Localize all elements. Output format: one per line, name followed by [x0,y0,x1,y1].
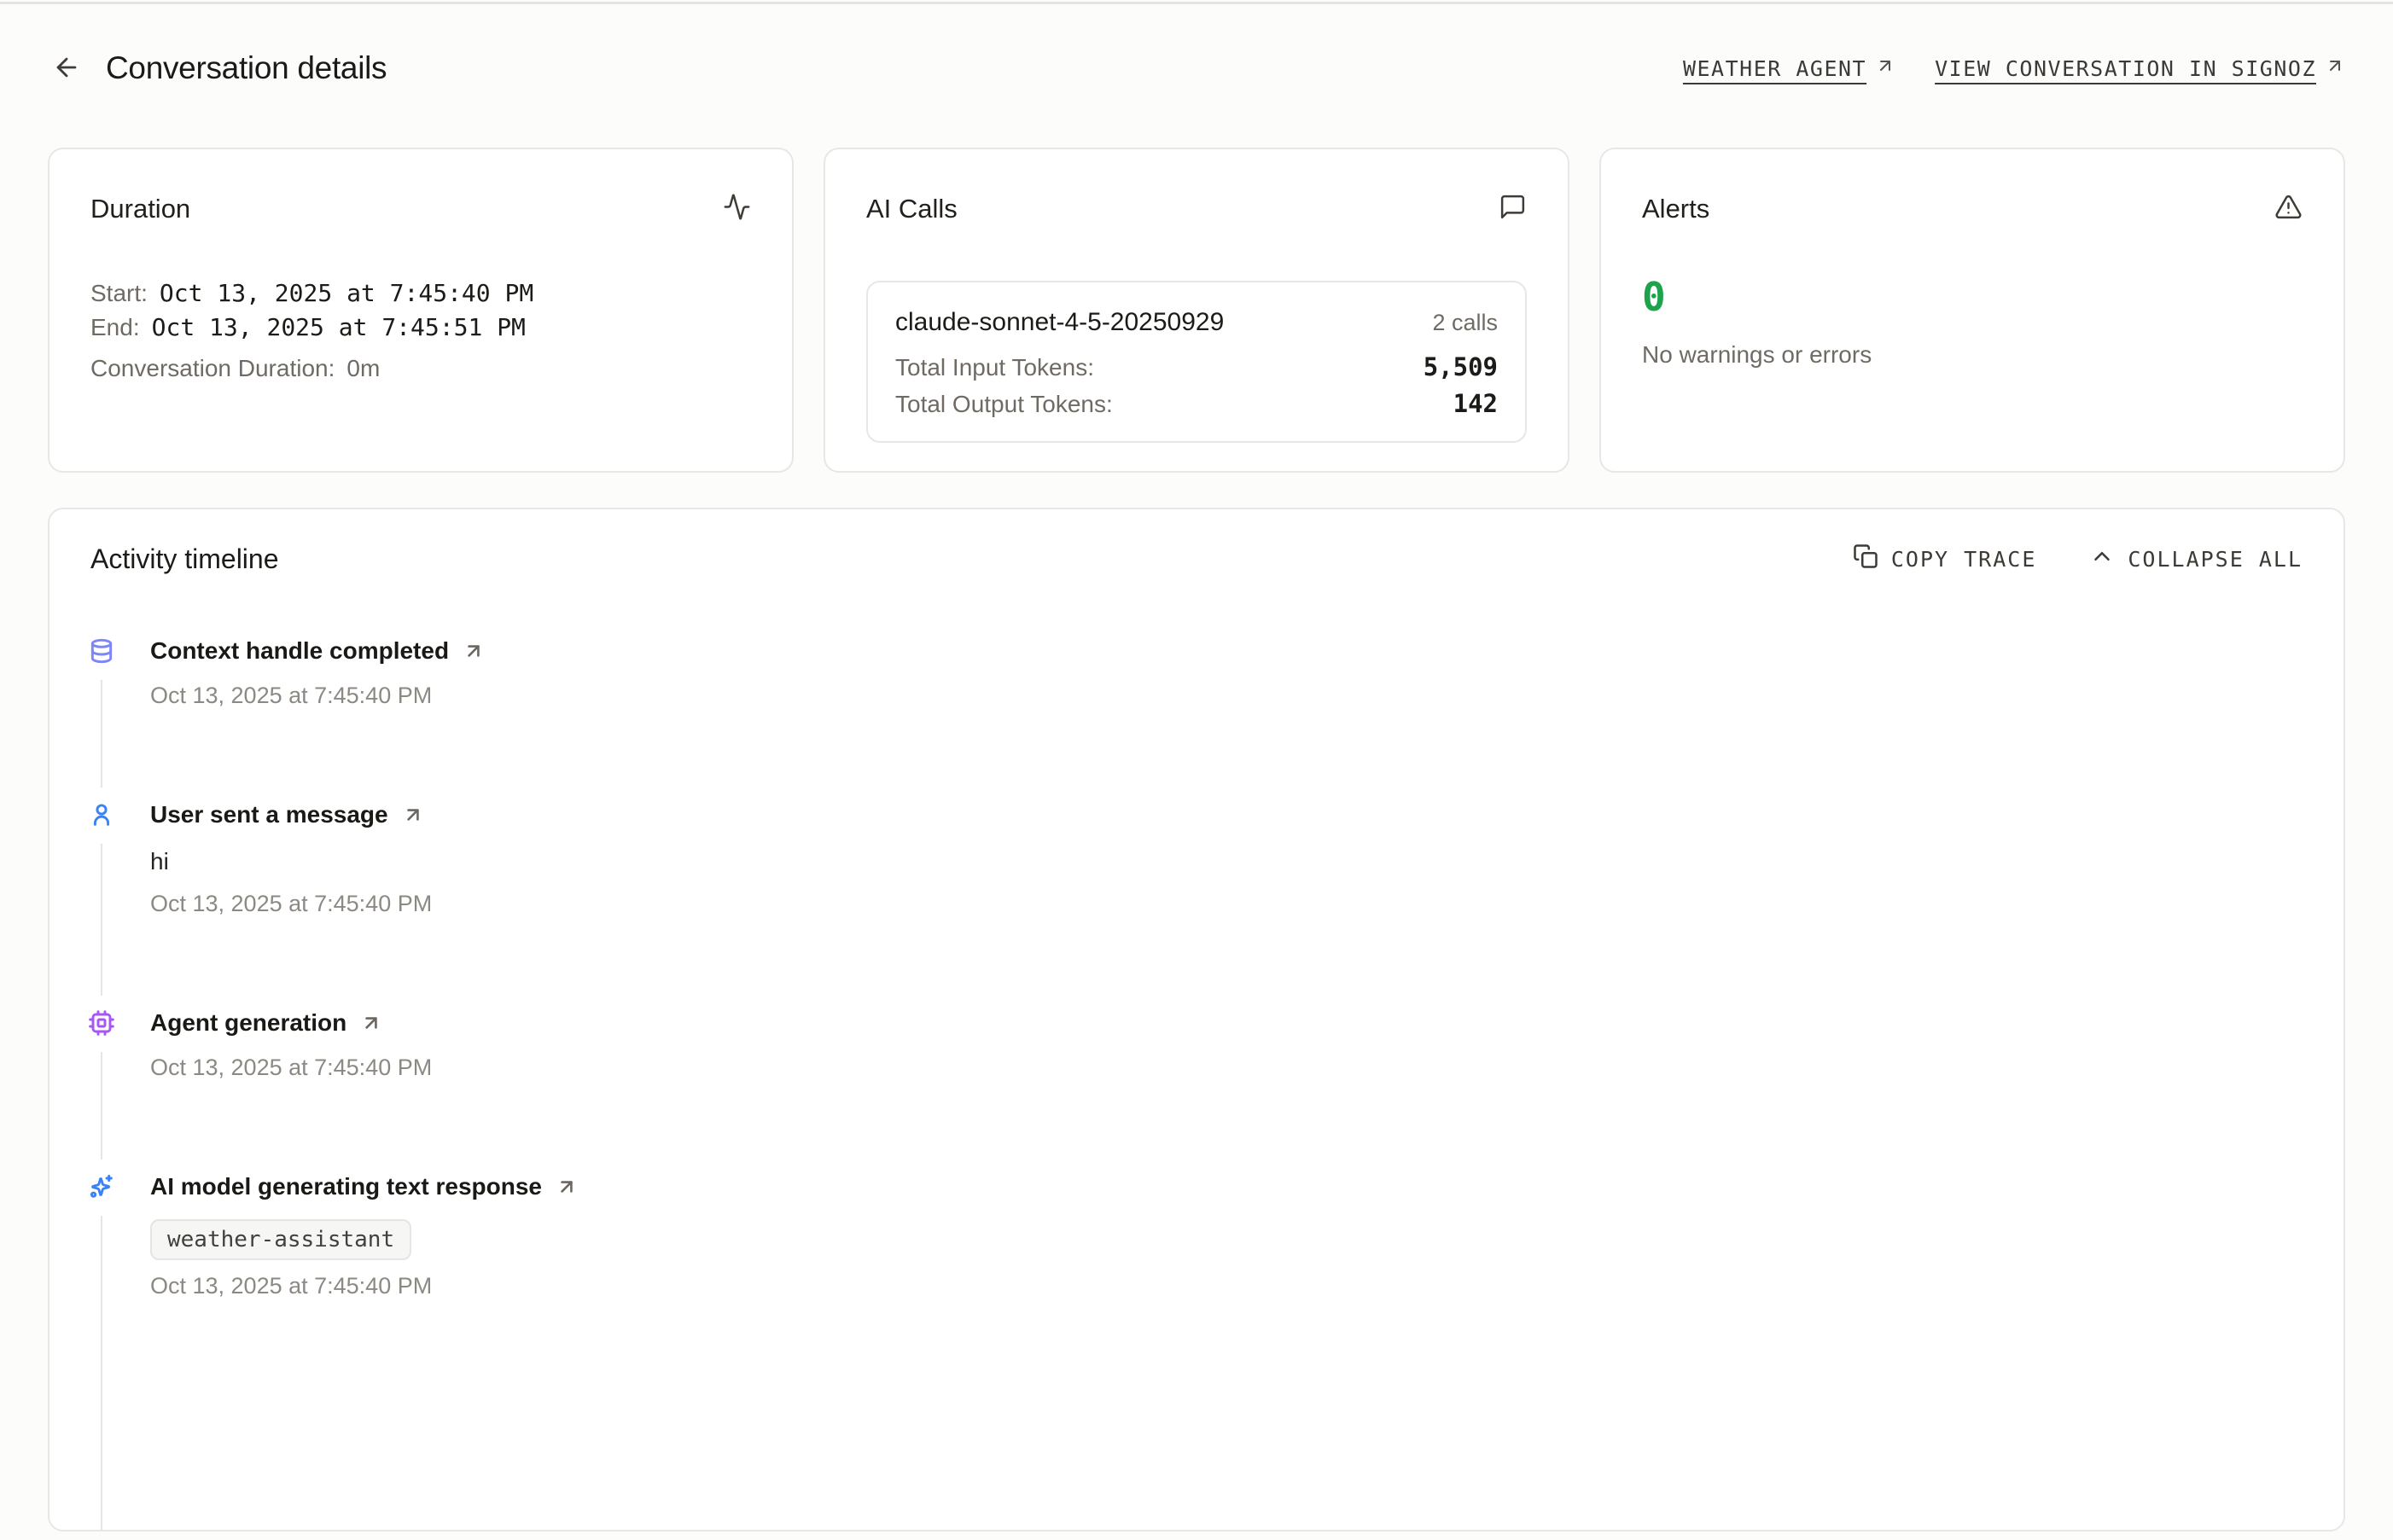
arrow-up-right-icon [360,1012,382,1034]
end-label: End: [90,311,140,345]
timeline-item-message: hi [150,846,2303,878]
duration-card: Duration Start: Oct 13, 2025 at 7:45:40 … [48,148,794,473]
arrow-up-right-icon [556,1176,578,1198]
timeline-item-title: Context handle completed [150,637,449,665]
timeline-item-title: Agent generation [150,1009,346,1037]
end-row: End: Oct 13, 2025 at 7:45:51 PM [90,311,751,345]
timeline-connector [101,680,102,787]
stat-cards-row: Duration Start: Oct 13, 2025 at 7:45:40 … [48,148,2345,473]
top-divider [0,2,2393,4]
arrow-left-icon [52,53,81,84]
cpu-icon [88,1009,115,1037]
duration-card-title: Duration [90,194,190,224]
message-square-icon [1499,193,1527,225]
timeline-item-timestamp: Oct 13, 2025 at 7:45:40 PM [150,1270,2303,1301]
sparkles-icon [88,1173,115,1200]
timeline-item-link[interactable]: AI model generating text response [150,1168,578,1206]
database-icon [88,637,115,665]
start-row: Start: Oct 13, 2025 at 7:45:40 PM [90,276,751,311]
arrow-up-right-icon [402,804,424,826]
alerts-card-title: Alerts [1642,194,1709,224]
arrow-up-right-icon [463,640,485,662]
model-name: claude-sonnet-4-5-20250929 [895,308,1224,337]
timeline-item-badge: weather-assistant [150,1219,411,1260]
page-header: Conversation details WEATHER AGENT VIEW … [0,0,2393,87]
timeline-item: User sent a message hi Oct 13, 2025 at 7:… [88,796,2303,1004]
timeline-item: AI model generating text response weathe… [88,1168,2303,1540]
timeline-item-link[interactable]: Context handle completed [150,632,485,670]
alerts-card: Alerts 0 No warnings or errors [1599,148,2345,473]
model-call-count: 2 calls [1432,310,1498,336]
ai-calls-card-title: AI Calls [866,194,958,224]
activity-timeline-card: Activity timeline COPY TRACE COLLAPSE AL… [48,508,2345,1531]
timeline-item-link[interactable]: User sent a message [150,796,424,834]
ai-calls-card: AI Calls claude-sonnet-4-5-20250929 2 ca… [824,148,1569,473]
input-tokens-value: 5,509 [1424,351,1498,383]
output-tokens-row: Total Output Tokens: 142 [895,387,1498,421]
model-usage-box: claude-sonnet-4-5-20250929 2 calls Total… [866,281,1527,443]
arrow-up-right-icon [1875,55,1895,81]
collapse-all-button[interactable]: COLLAPSE ALL [2089,543,2303,574]
alerts-count: 0 [1642,272,2303,322]
output-tokens-value: 142 [1453,387,1498,420]
arrow-up-right-icon [2325,55,2345,81]
timeline-item-title: AI model generating text response [150,1173,542,1200]
timeline-item: Context handle completed Oct 13, 2025 at… [88,632,2303,796]
user-icon [88,801,115,828]
conversation-duration-label: Conversation Duration: [90,352,335,386]
triangle-alert-icon [2274,193,2303,225]
timeline-connector [101,1216,102,1531]
input-tokens-row: Total Input Tokens: 5,509 [895,351,1498,384]
activity-timeline-title: Activity timeline [90,540,279,578]
alerts-message: No warnings or errors [1642,339,2303,371]
timeline-item-timestamp: Oct 13, 2025 at 7:45:40 PM [150,680,2303,711]
output-tokens-label: Total Output Tokens: [895,388,1113,421]
page-title: Conversation details [106,49,387,87]
copy-icon [1853,543,1878,574]
end-value: Oct 13, 2025 at 7:45:51 PM [152,311,526,345]
start-value: Oct 13, 2025 at 7:45:40 PM [160,276,533,311]
timeline-connector [101,844,102,996]
conversation-duration-row: Conversation Duration: 0m [90,352,751,386]
copy-trace-button[interactable]: COPY TRACE [1853,543,2037,574]
chevron-up-icon [2089,543,2115,574]
timeline-item-timestamp: Oct 13, 2025 at 7:45:40 PM [150,888,2303,919]
timeline-item-timestamp: Oct 13, 2025 at 7:45:40 PM [150,1052,2303,1083]
timeline-item-title: User sent a message [150,801,388,828]
timeline-connector [101,1052,102,1159]
timeline-item-link[interactable]: Agent generation [150,1004,382,1042]
conversation-duration-value: 0m [346,352,380,386]
start-label: Start: [90,276,148,311]
input-tokens-label: Total Input Tokens: [895,352,1094,384]
weather-agent-link[interactable]: WEATHER AGENT [1683,55,1895,81]
view-conversation-in-signoz-link[interactable]: VIEW CONVERSATION IN SIGNOZ [1935,55,2345,81]
activity-icon [723,193,751,225]
timeline-list: Context handle completed Oct 13, 2025 at… [88,632,2303,1540]
timeline-item: Agent generation Oct 13, 2025 at 7:45:40… [88,1004,2303,1168]
back-button[interactable] [48,49,85,87]
